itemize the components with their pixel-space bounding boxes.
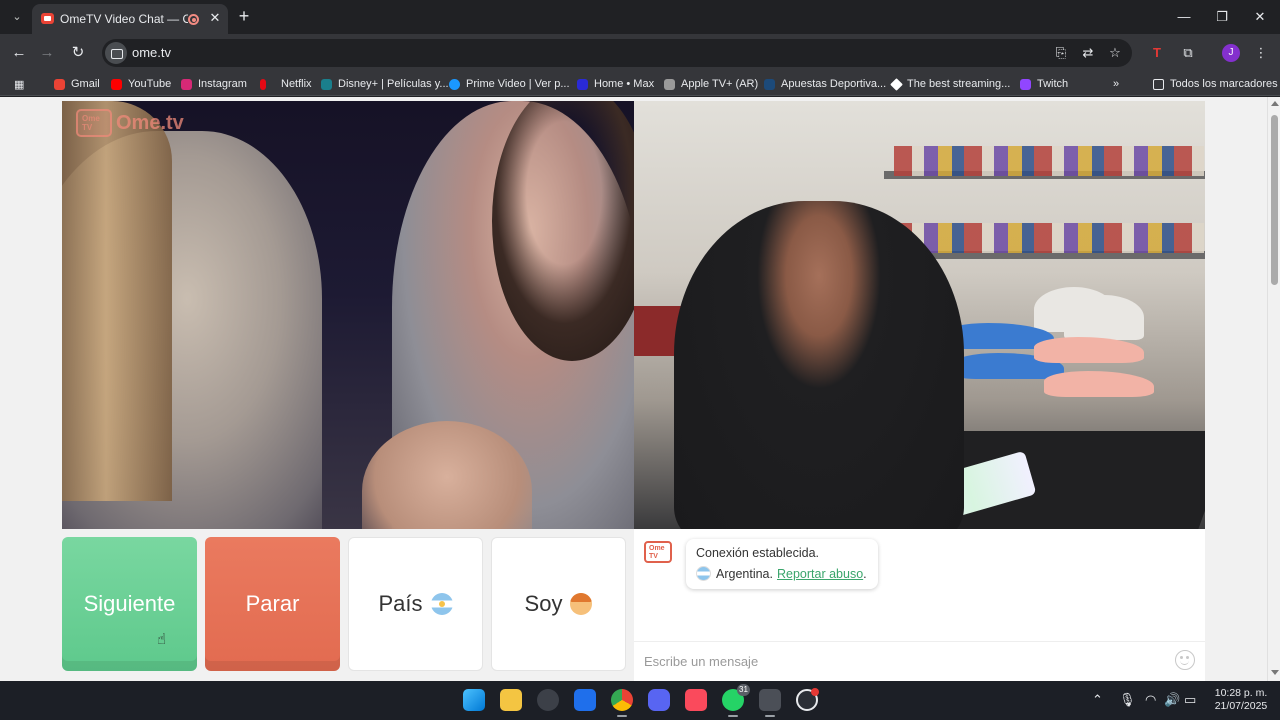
windows-taskbar: 31 ⌃ 🎙 ◠ 🔊 ▭ 10:28 p. m. 21/07/2025 <box>0 681 1280 720</box>
tab-title: OmeTV Video Chat — Ome <box>60 12 188 26</box>
scrollbar-thumb[interactable] <box>1271 115 1278 285</box>
video-person-self <box>674 201 964 529</box>
twitch-icon <box>1020 78 1031 90</box>
youtube-icon <box>111 78 122 90</box>
scroll-up-icon[interactable] <box>1271 101 1279 106</box>
volume-icon[interactable]: 🔊 <box>1164 691 1180 709</box>
tab-strip: ⌄ OmeTV Video Chat — Ome ✕ + — ❐ ✕ <box>0 0 1280 34</box>
folder-icon <box>1153 78 1164 90</box>
file-explorer-icon[interactable] <box>500 689 522 711</box>
minimize-button[interactable]: — <box>1170 6 1198 28</box>
music-icon[interactable] <box>685 689 707 711</box>
system-clock[interactable]: 10:28 p. m. 21/07/2025 <box>1208 687 1274 713</box>
new-tab-button[interactable]: + <box>234 7 254 27</box>
address-bar[interactable]: ome.tv <box>102 39 1132 67</box>
app-record-icon[interactable] <box>796 688 819 711</box>
microphone-icon[interactable]: 🎙 <box>1119 691 1136 709</box>
chat-message-input[interactable] <box>644 650 1164 672</box>
bookmark-youtube[interactable]: YouTube <box>111 76 171 92</box>
tab-ometv[interactable]: OmeTV Video Chat — Ome ✕ <box>32 4 228 34</box>
report-abuse-link[interactable]: Reportar abuso <box>777 567 863 581</box>
page-scrollbar[interactable] <box>1267 97 1280 681</box>
emoji-picker-icon[interactable] <box>1175 650 1195 670</box>
all-bookmarks-folder[interactable]: Todos los marcadores <box>1153 76 1278 92</box>
maximize-button[interactable]: ❐ <box>1208 6 1236 28</box>
profile-avatar[interactable]: J <box>1222 44 1240 62</box>
system-message: Conexión establecida. Argentina. Reporta… <box>686 539 878 589</box>
tray-overflow-icon[interactable]: ⌃ <box>1092 691 1103 709</box>
country-text: Argentina. <box>716 566 773 581</box>
ometv-brand-text: Ome.tv <box>116 111 184 134</box>
bookmark-instagram[interactable]: Instagram <box>181 76 247 92</box>
translate-icon[interactable]: ⇄ <box>1079 44 1097 62</box>
self-video <box>634 101 1205 529</box>
next-button[interactable]: Siguiente <box>62 537 197 671</box>
bookmark-star-icon[interactable]: ☆ <box>1106 44 1124 62</box>
battery-icon[interactable]: ▭ <box>1184 691 1196 709</box>
ometv-logo: Ome TV Ome.tv <box>76 109 184 137</box>
reload-button[interactable]: ↻ <box>67 42 89 64</box>
url-text: ome.tv <box>132 45 172 60</box>
ometv-page: Ome TV Ome.tv Siguiente Parar País Soy ☝… <box>0 97 1267 681</box>
close-window-button[interactable]: ✕ <box>1246 6 1274 28</box>
boy-emoji-icon <box>570 593 593 615</box>
bookmarks-bar: ▦ Gmail YouTube Instagram Netflix Disney… <box>0 72 1280 96</box>
bet-icon <box>764 78 775 90</box>
forward-button[interactable]: → <box>36 42 58 64</box>
bookmark-max[interactable]: Home • Max <box>577 76 654 92</box>
back-button[interactable]: ← <box>8 42 30 64</box>
tab-close-button[interactable]: ✕ <box>207 10 223 26</box>
argentina-flag-icon <box>696 566 711 581</box>
windows-start-icon[interactable] <box>463 689 485 711</box>
bookmark-netflix[interactable]: Netflix <box>260 76 312 92</box>
ometv-tv-icon: Ome TV <box>76 109 112 137</box>
menu-kebab-icon[interactable]: ⋮ <box>1252 44 1270 62</box>
app-pen-icon[interactable] <box>574 689 596 711</box>
ometv-favicon-icon <box>41 13 54 24</box>
scroll-down-icon[interactable] <box>1271 670 1279 675</box>
whatsapp-icon[interactable]: 31 <box>722 684 750 717</box>
disney-icon <box>321 78 332 90</box>
gender-button[interactable]: Soy <box>491 537 626 671</box>
chat-input-bar <box>634 641 1205 681</box>
app-hex-icon[interactable] <box>537 689 559 711</box>
apps-grid-icon[interactable]: ▦ <box>14 76 30 92</box>
whatsapp-badge: 31 <box>737 684 750 696</box>
bookmark-gmail[interactable]: Gmail <box>54 76 100 92</box>
max-icon <box>577 78 588 90</box>
bookmark-prime-video[interactable]: Prime Video | Ver p... <box>449 76 570 92</box>
chat-panel: Ome TV Conexión establecida. Argentina. … <box>634 529 1205 681</box>
connection-status-text: Conexión establecida. <box>696 546 819 560</box>
site-info-icon[interactable] <box>105 42 127 64</box>
ometv-chat-icon: Ome TV <box>644 541 672 563</box>
recording-icon <box>188 14 199 25</box>
appletv-icon <box>664 78 675 90</box>
netflix-icon <box>260 78 266 90</box>
discord-icon[interactable] <box>648 689 670 711</box>
bookmarks-overflow-button[interactable]: » <box>1113 76 1119 92</box>
stop-button[interactable]: Parar <box>205 537 340 671</box>
bookmark-appletv[interactable]: Apple TV+ (AR) <box>664 76 758 92</box>
chrome-icon[interactable] <box>611 689 633 717</box>
country-button[interactable]: País <box>348 537 483 671</box>
stranger-video: Ome TV Ome.tv <box>62 101 634 529</box>
bookmark-streaming[interactable]: The best streaming... <box>890 76 1010 92</box>
instagram-icon <box>181 78 192 90</box>
wifi-icon[interactable]: ◠ <box>1145 691 1156 709</box>
app-controller-icon[interactable] <box>759 689 781 717</box>
bookmark-twitch[interactable]: Twitch <box>1020 76 1068 92</box>
extensions-puzzle-icon[interactable]: ⧉ <box>1179 44 1197 62</box>
extension-tp-icon[interactable]: T <box>1148 44 1166 62</box>
tab-search-icon[interactable]: ⌄ <box>6 7 28 27</box>
prime-video-icon <box>449 78 460 90</box>
bookmark-apuestas[interactable]: Apuestas Deportiva... <box>764 76 886 92</box>
gmail-icon <box>54 78 65 90</box>
cast-icon[interactable]: ⎘ <box>1052 44 1070 62</box>
browser-toolbar: ← → ↻ ome.tv ⎘ ⇄ ☆ T ⧉ J ⋮ <box>0 34 1280 72</box>
streaming-icon <box>890 77 903 91</box>
hand-cursor-icon: ☝ <box>157 631 167 648</box>
argentina-flag-icon <box>430 593 453 615</box>
bookmark-disney[interactable]: Disney+ | Películas y... <box>321 76 449 92</box>
